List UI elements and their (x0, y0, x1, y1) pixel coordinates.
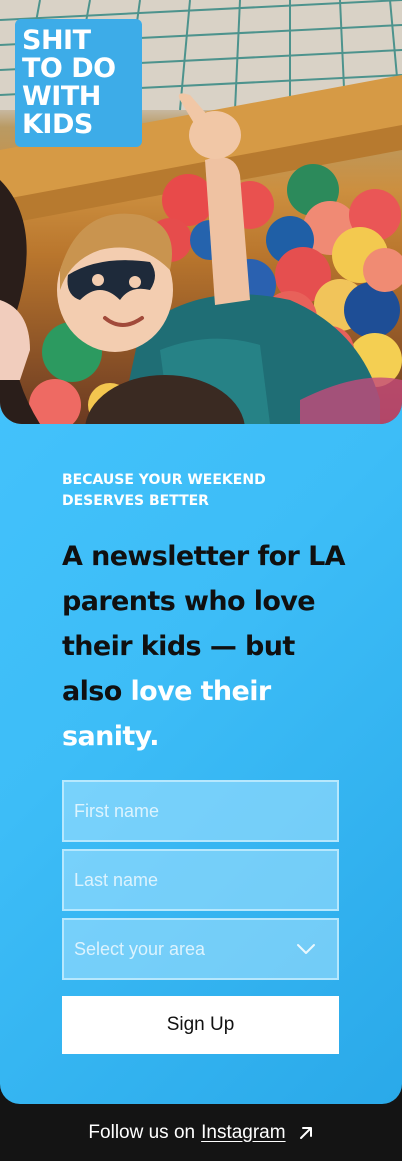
page-headline: A newsletter for LA parents who love the… (62, 534, 352, 759)
logo-line-4: KIDS (22, 109, 93, 140)
logo-line-3: WITH (22, 81, 101, 112)
sign-up-button[interactable]: Sign Up (62, 996, 339, 1054)
area-select-placeholder: Select your area (74, 938, 206, 959)
area-select[interactable]: Select your area (62, 918, 339, 980)
chevron-down-icon (297, 944, 315, 954)
first-name-input[interactable] (74, 800, 337, 822)
last-name-input[interactable] (74, 869, 337, 891)
instagram-link[interactable]: Instagram (201, 1122, 285, 1144)
signup-card: SHIT TO DO WITH KIDS BECAUSE YOUR WEEKEN… (0, 0, 402, 1104)
hero-text: BECAUSE YOUR WEEKEND DESERVES BETTER A n… (62, 470, 352, 759)
last-name-field[interactable] (62, 849, 339, 911)
footer-prefix: Follow us on (88, 1121, 196, 1143)
logo-line-1: SHIT (22, 25, 91, 56)
arrow-up-right-icon[interactable] (298, 1125, 314, 1141)
first-name-field[interactable] (62, 780, 339, 842)
logo-line-2: TO DO (22, 53, 116, 84)
hero-photo: SHIT TO DO WITH KIDS (0, 0, 402, 424)
eyebrow-text: BECAUSE YOUR WEEKEND DESERVES BETTER (62, 472, 266, 509)
footer: Follow us on Instagram (0, 1104, 402, 1161)
brand-logo[interactable]: SHIT TO DO WITH KIDS (15, 19, 142, 147)
